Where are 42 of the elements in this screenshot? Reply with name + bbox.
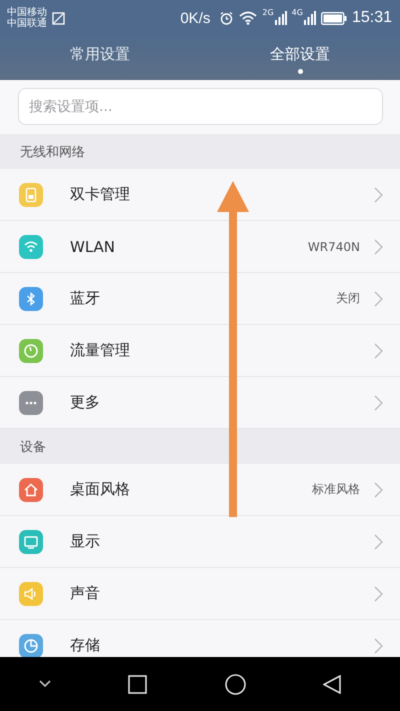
image-icon (52, 12, 65, 24)
setting-value: 标准风格 (312, 481, 360, 498)
chevron-icon (374, 342, 383, 358)
tab[interactable]: 全部设置 (200, 36, 400, 80)
home-icon[interactable] (224, 674, 246, 694)
wifi-icon (239, 11, 258, 25)
signal-icon (304, 11, 316, 25)
tab[interactable]: 常用设置 (0, 36, 200, 80)
section-header: 无线和网络 (0, 134, 400, 169)
setting-label: 桌面风格 (70, 480, 130, 499)
recents-icon[interactable] (128, 674, 148, 694)
chevron-icon (374, 586, 383, 602)
battery-icon (320, 12, 347, 24)
setting-value: 关闭 (336, 290, 360, 307)
signal-icon (274, 11, 287, 25)
chevron-icon (374, 186, 383, 202)
network-speed: 0K/s (180, 10, 210, 26)
setting-label: 更多 (70, 393, 100, 412)
setting-label: 蓝牙 (70, 289, 100, 308)
setting-label: 流量管理 (70, 341, 130, 360)
chevron-icon (374, 394, 383, 410)
search-field[interactable]: 搜索设置项... (18, 88, 383, 125)
setting-label: 存储 (70, 636, 100, 655)
network-type: 4G (292, 8, 303, 17)
clock-time: 15:31 (352, 9, 392, 27)
setting-value: WR740N (308, 240, 360, 254)
chevron-icon (374, 638, 383, 654)
setting-label: 显示 (70, 532, 100, 551)
chevron-icon (374, 290, 383, 306)
setting-label: WLAN (70, 238, 116, 256)
chevron-icon (374, 238, 383, 254)
setting-label: 双卡管理 (70, 185, 130, 204)
network-type: 2G (262, 8, 274, 17)
carrier-name: 中国移动 (7, 7, 47, 18)
chevron-icon (374, 534, 383, 550)
setting-label: 声音 (70, 584, 100, 603)
back-icon[interactable] (323, 674, 342, 694)
section-header: 设备 (0, 429, 400, 464)
alarm-icon (219, 10, 234, 26)
carrier-name: 中国联通 (7, 18, 47, 29)
chevron-icon (374, 482, 383, 498)
chevron-down-icon[interactable] (38, 680, 51, 688)
